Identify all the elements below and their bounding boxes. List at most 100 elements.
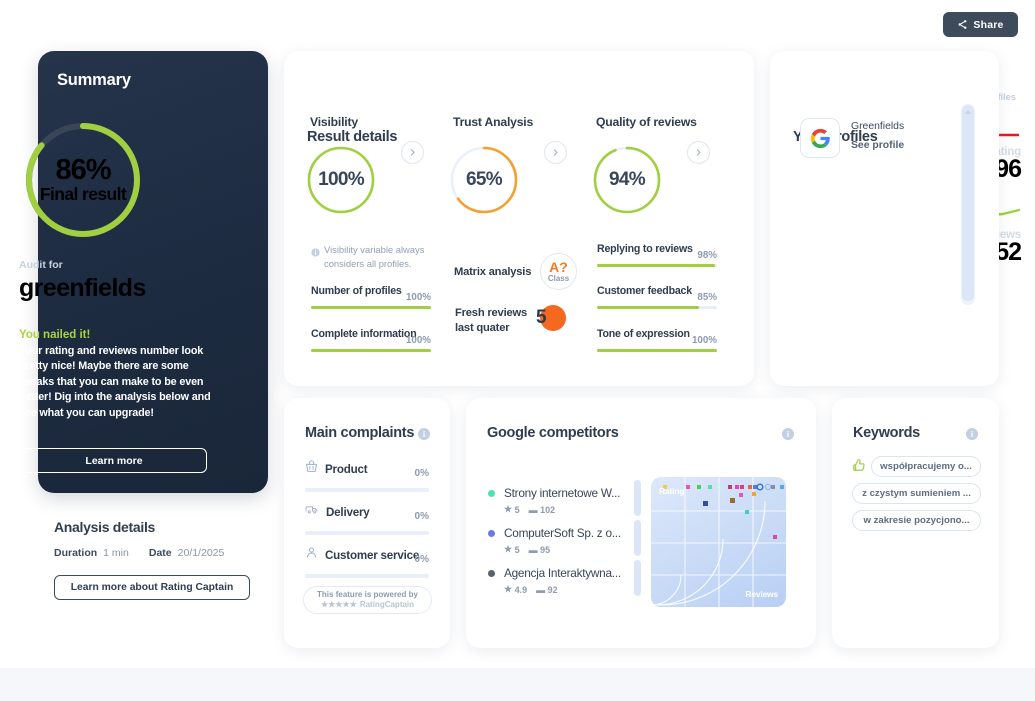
verdict-title: You nailed it! — [19, 329, 91, 341]
share-button[interactable]: Share — [943, 12, 1018, 37]
competitors-scrollbar[interactable] — [634, 480, 641, 604]
visibility-gauge: 100% — [306, 145, 376, 215]
analysis-details-title: Analysis details — [54, 519, 156, 535]
visibility-note: Visibility variable always considers all… — [324, 244, 425, 269]
complaint-row-delivery: Delivery 0% — [305, 503, 429, 535]
date-value: 20/1/2025 — [177, 547, 225, 559]
visibility-label: Visibility — [310, 115, 358, 129]
complaint-label-customer-service: Customer service — [325, 548, 420, 562]
complaint-pct-delivery: 0% — [414, 511, 429, 522]
powered-by-badge: This feature is powered by ★★★★★ RatingC… — [303, 586, 432, 614]
google-logo-icon — [800, 118, 840, 158]
fresh-reviews-label: Fresh reviews last quater — [455, 307, 528, 335]
competitor-reviews: 95 — [540, 544, 551, 555]
complaint-label-delivery: Delivery — [326, 505, 370, 519]
summary-title: Summary — [57, 71, 131, 89]
comment-icon: ▬ — [528, 544, 538, 555]
duration-label: Duration — [54, 547, 98, 559]
dashboard-page: Share Summary based on 1/1 profiles 86% … — [0, 0, 1035, 701]
keyword-chip-0[interactable]: współpracujemy o... — [871, 456, 981, 477]
keyword-chip-2[interactable]: w zakresie pozycjono... — [852, 510, 981, 531]
scroll-up-arrow-icon[interactable] — [965, 110, 971, 114]
customer-feedback-bar: Customer feedback 85% — [597, 285, 717, 309]
result-details-title: Result details — [307, 129, 398, 145]
keywords-title: Keywords — [853, 425, 920, 441]
keyword-chip-1[interactable]: z czystym sumieniem ... — [852, 483, 981, 504]
competitor-name: Agencja Interaktywna... — [504, 566, 621, 580]
final-result-gauge: 86% Final result — [22, 119, 144, 241]
competitor-color-dot — [488, 530, 495, 537]
info-icon[interactable]: i — [782, 428, 794, 440]
basket-icon — [305, 460, 318, 478]
duration-value: 1 min — [103, 547, 129, 559]
visibility-next-button[interactable] — [401, 141, 424, 164]
profiles-scrollbar-thumb[interactable] — [962, 105, 974, 301]
star-icon: ★ — [504, 584, 513, 594]
keywords-panel: Keywords i współpracujemy o... z czystym… — [832, 398, 999, 648]
scatter-svg — [651, 477, 786, 607]
replying-to-reviews-bar: Replying to reviews 98% — [597, 243, 717, 267]
powered-by-line1: This feature is powered by — [317, 590, 418, 599]
competitor-name: Strony internetowe W... — [504, 486, 621, 500]
complete-information-pct: 100% — [405, 335, 431, 346]
star-icon: ★ — [504, 504, 513, 514]
page-bottom-strip — [0, 668, 1035, 701]
date-label: Date — [148, 547, 172, 559]
tone-of-expression-pct: 100% — [691, 335, 717, 346]
google-competitors-panel: Google competitors i Strony internetowe … — [466, 398, 816, 648]
complaint-row-product: Product 0% — [305, 460, 429, 492]
fresh-reviews-value: 5 — [536, 307, 547, 328]
learn-more-rating-captain-button[interactable]: Learn more about Rating Captain — [54, 575, 250, 600]
competitor-name: ComputerSoft Sp. z o... — [504, 526, 621, 540]
analysis-details-meta: Duration 1 min Date 20/1/2025 — [54, 547, 224, 559]
chevron-right-icon — [694, 144, 703, 162]
comment-icon: ▬ — [528, 504, 538, 515]
competitor-rating: 4.9 — [514, 584, 528, 595]
info-icon[interactable]: i — [966, 428, 978, 440]
see-profile-link[interactable]: See profile — [851, 140, 904, 151]
thumbs-up-icon — [852, 458, 866, 472]
quality-of-reviews-value: 94% — [609, 169, 646, 190]
trust-analysis-next-button[interactable] — [544, 141, 567, 164]
complete-information-bar: Complete information 100% — [311, 328, 431, 352]
quality-of-reviews-next-button[interactable] — [687, 141, 710, 164]
main-complaints-panel: Main complaints i Product 0% Delivery 0%… — [284, 398, 450, 648]
complaint-label-product: Product — [325, 462, 368, 476]
scatter-y-axis-label: Rating — [659, 486, 685, 496]
star-icon: ★ — [504, 544, 513, 554]
powered-by-line2: RatingCaptain — [359, 600, 415, 609]
final-result-label: Final result — [39, 184, 127, 205]
verdict-text: Your rating and reviews number look pret… — [19, 345, 211, 419]
share-button-label: Share — [973, 18, 1004, 31]
profile-name: Greenfields — [851, 121, 905, 132]
audit-for-label: Audit for — [19, 259, 63, 271]
number-of-profiles-bar: Number of profiles 100% — [311, 285, 431, 309]
matrix-class-label: Class — [547, 274, 570, 283]
complaint-row-customer-service: Customer service 0% — [305, 546, 429, 578]
stars-icon: ★★★★★ — [320, 600, 357, 609]
tone-of-expression-bar: Tone of expression 100% — [597, 328, 717, 352]
final-result-percent: 86% — [55, 154, 111, 187]
number-of-profiles-pct: 100% — [405, 292, 431, 303]
complaint-pct-product: 0% — [414, 468, 429, 479]
competitor-color-dot — [488, 490, 495, 497]
main-complaints-title: Main complaints — [305, 425, 415, 441]
complaint-pct-customer-service: 0% — [414, 554, 429, 565]
comment-icon: ▬ — [536, 584, 546, 595]
google-competitors-title: Google competitors — [487, 425, 619, 441]
competitor-reviews: 102 — [540, 504, 556, 515]
info-icon[interactable]: i — [418, 428, 430, 440]
share-nodes-icon — [957, 19, 968, 30]
learn-more-button[interactable]: Learn more — [21, 448, 207, 473]
quality-of-reviews-gauge: 94% — [592, 145, 662, 215]
visibility-value: 100% — [318, 169, 364, 190]
summary-card: Summary — [38, 51, 268, 493]
chevron-right-icon — [408, 144, 417, 162]
chevron-right-icon — [551, 144, 560, 162]
competitor-reviews: 92 — [547, 584, 558, 595]
trust-analysis-label: Trust Analysis — [453, 115, 534, 129]
customer-feedback-pct: 85% — [697, 292, 717, 303]
trust-analysis-gauge: 65% — [449, 145, 519, 215]
competitor-rating: 5 — [514, 504, 520, 515]
matrix-grade: A? — [549, 259, 568, 275]
